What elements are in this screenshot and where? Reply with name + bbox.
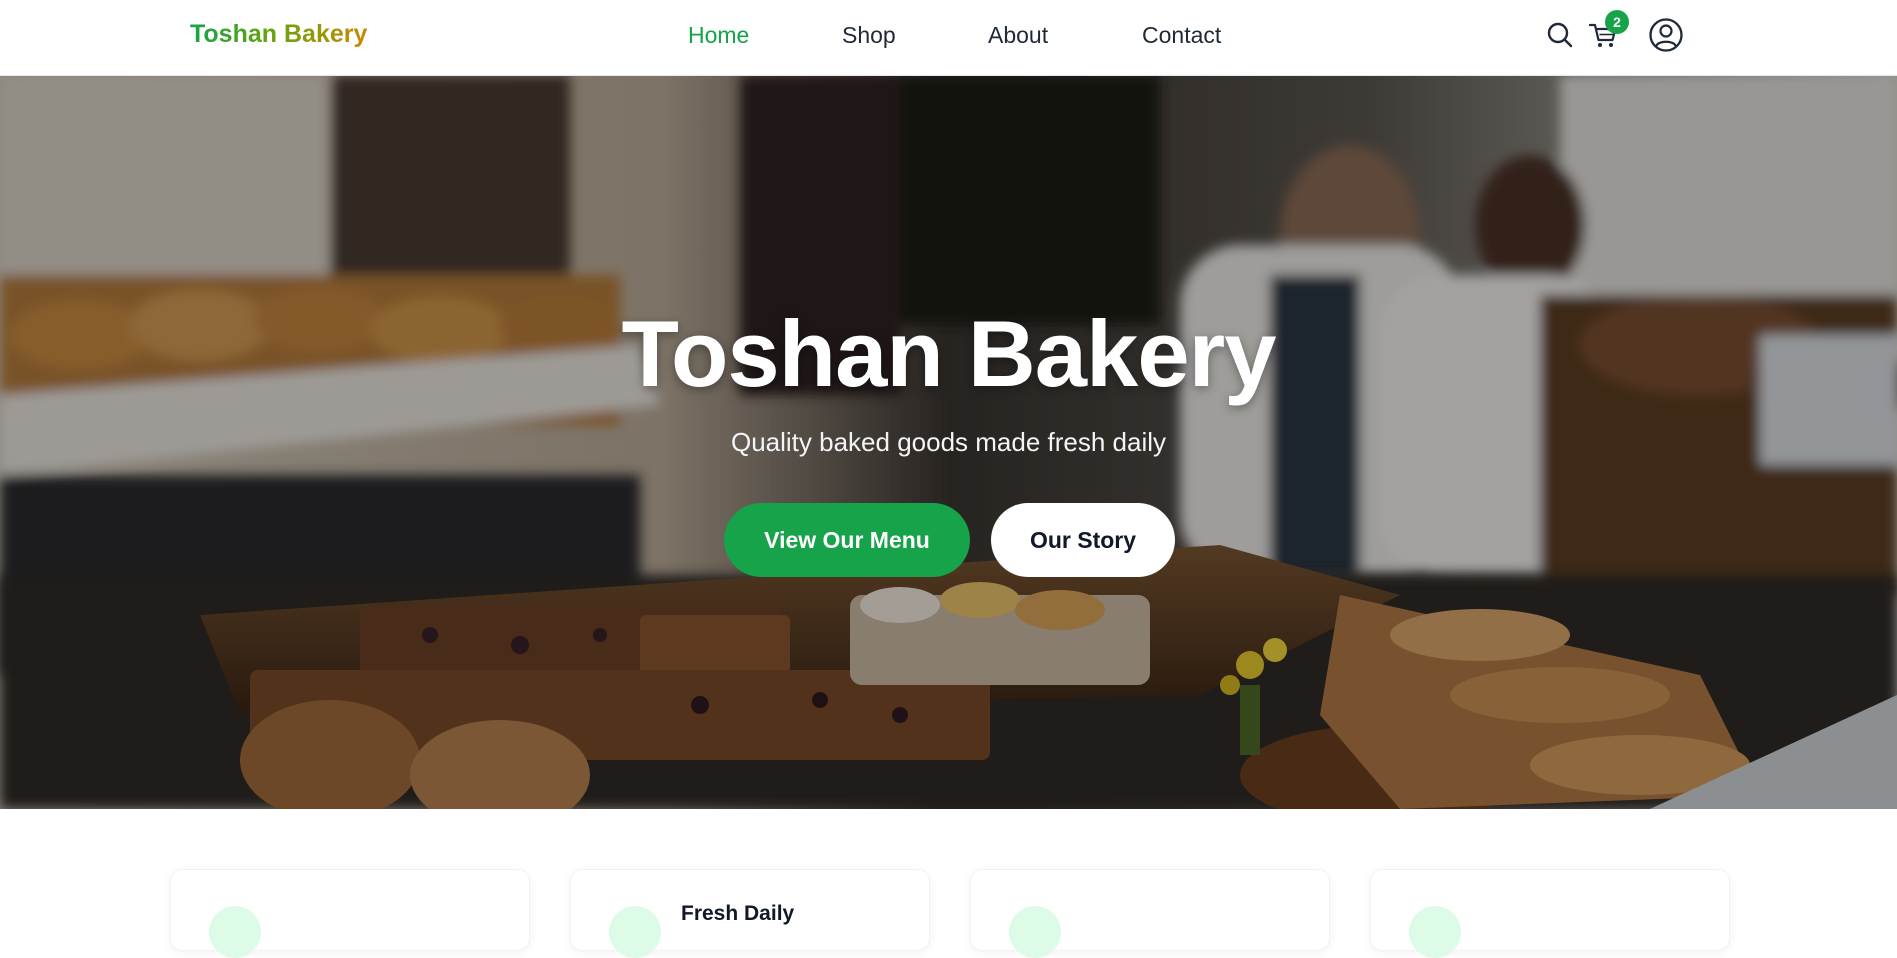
- nav-link-home[interactable]: Home: [688, 22, 749, 49]
- view-menu-button[interactable]: View Our Menu: [724, 503, 970, 577]
- brand-logo[interactable]: Toshan Bakery: [190, 20, 367, 49]
- search-button[interactable]: [1543, 18, 1577, 52]
- feature-title: Fresh Daily: [681, 902, 795, 925]
- account-button[interactable]: [1648, 17, 1684, 53]
- site-header: Toshan Bakery Home Shop About Contact 2: [0, 0, 1897, 76]
- cart-count-badge: 2: [1605, 10, 1629, 34]
- user-circle-icon: [1649, 18, 1683, 52]
- nav-link-shop[interactable]: Shop: [842, 22, 896, 49]
- our-story-button[interactable]: Our Story: [991, 503, 1175, 577]
- feature-card: [970, 869, 1330, 958]
- feature-card: [170, 869, 530, 958]
- hero-section: Toshan Bakery Quality baked goods made f…: [0, 75, 1897, 809]
- feature-icon: [209, 906, 261, 958]
- feature-icon: [1009, 906, 1061, 958]
- nav-link-contact[interactable]: Contact: [1142, 22, 1221, 49]
- features-section: Fresh Daily: [0, 809, 1897, 958]
- feature-icon: [1409, 906, 1461, 958]
- feature-card: Fresh Daily: [570, 869, 930, 958]
- search-icon: [1547, 22, 1573, 48]
- feature-card: [1370, 869, 1730, 958]
- nav-link-about[interactable]: About: [988, 22, 1048, 49]
- feature-icon: [609, 906, 661, 958]
- hero-title: Toshan Bakery: [621, 301, 1277, 406]
- hero-subtitle: Quality baked goods made fresh daily: [730, 427, 1167, 457]
